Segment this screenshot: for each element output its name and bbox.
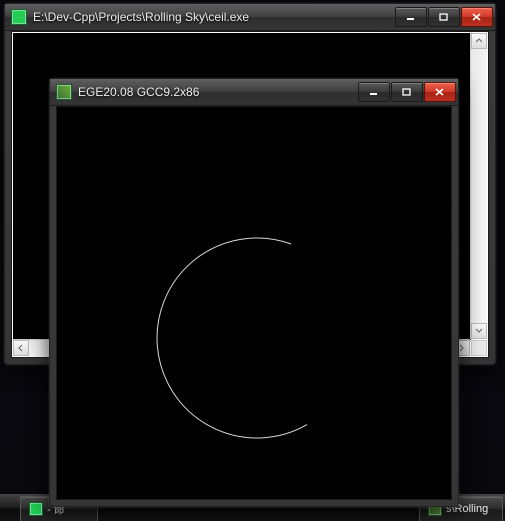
scroll-up-button[interactable]: [471, 33, 487, 49]
chevron-down-icon: [475, 327, 483, 335]
minimize-button[interactable]: [358, 82, 390, 102]
close-icon: [435, 88, 445, 96]
window-buttons: [357, 82, 456, 102]
window-ege: EGE20.08 GCC9.2x86: [49, 78, 459, 507]
chevron-left-icon: [17, 344, 25, 352]
vertical-scrollbar[interactable]: [470, 33, 487, 339]
app-icon: [11, 9, 27, 25]
graphics-canvas-area: [56, 106, 452, 500]
maximize-icon: [439, 13, 449, 21]
chevron-right-icon: [458, 344, 466, 352]
close-icon: [472, 13, 482, 21]
close-button[interactable]: [461, 7, 493, 27]
scroll-down-button[interactable]: [471, 323, 487, 339]
close-button[interactable]: [424, 82, 456, 102]
minimize-icon: [369, 88, 379, 96]
window-buttons: [394, 7, 493, 27]
window-title: EGE20.08 GCC9.2x86: [78, 85, 357, 99]
titlebar-front[interactable]: EGE20.08 GCC9.2x86: [50, 79, 458, 106]
arc-drawing: [57, 107, 451, 500]
maximize-button[interactable]: [428, 7, 460, 27]
maximize-button[interactable]: [391, 82, 423, 102]
maximize-icon: [402, 88, 412, 96]
minimize-button[interactable]: [395, 7, 427, 27]
scrollbar-corner: [471, 340, 487, 356]
app-icon: [56, 84, 72, 100]
minimize-icon: [406, 13, 416, 21]
app-icon: [29, 502, 43, 516]
scroll-left-button[interactable]: [13, 340, 29, 356]
titlebar-back[interactable]: E:\Dev-Cpp\Projects\Rolling Sky\ceil.exe: [5, 4, 495, 31]
chevron-up-icon: [475, 37, 483, 45]
window-title: E:\Dev-Cpp\Projects\Rolling Sky\ceil.exe: [33, 10, 394, 24]
